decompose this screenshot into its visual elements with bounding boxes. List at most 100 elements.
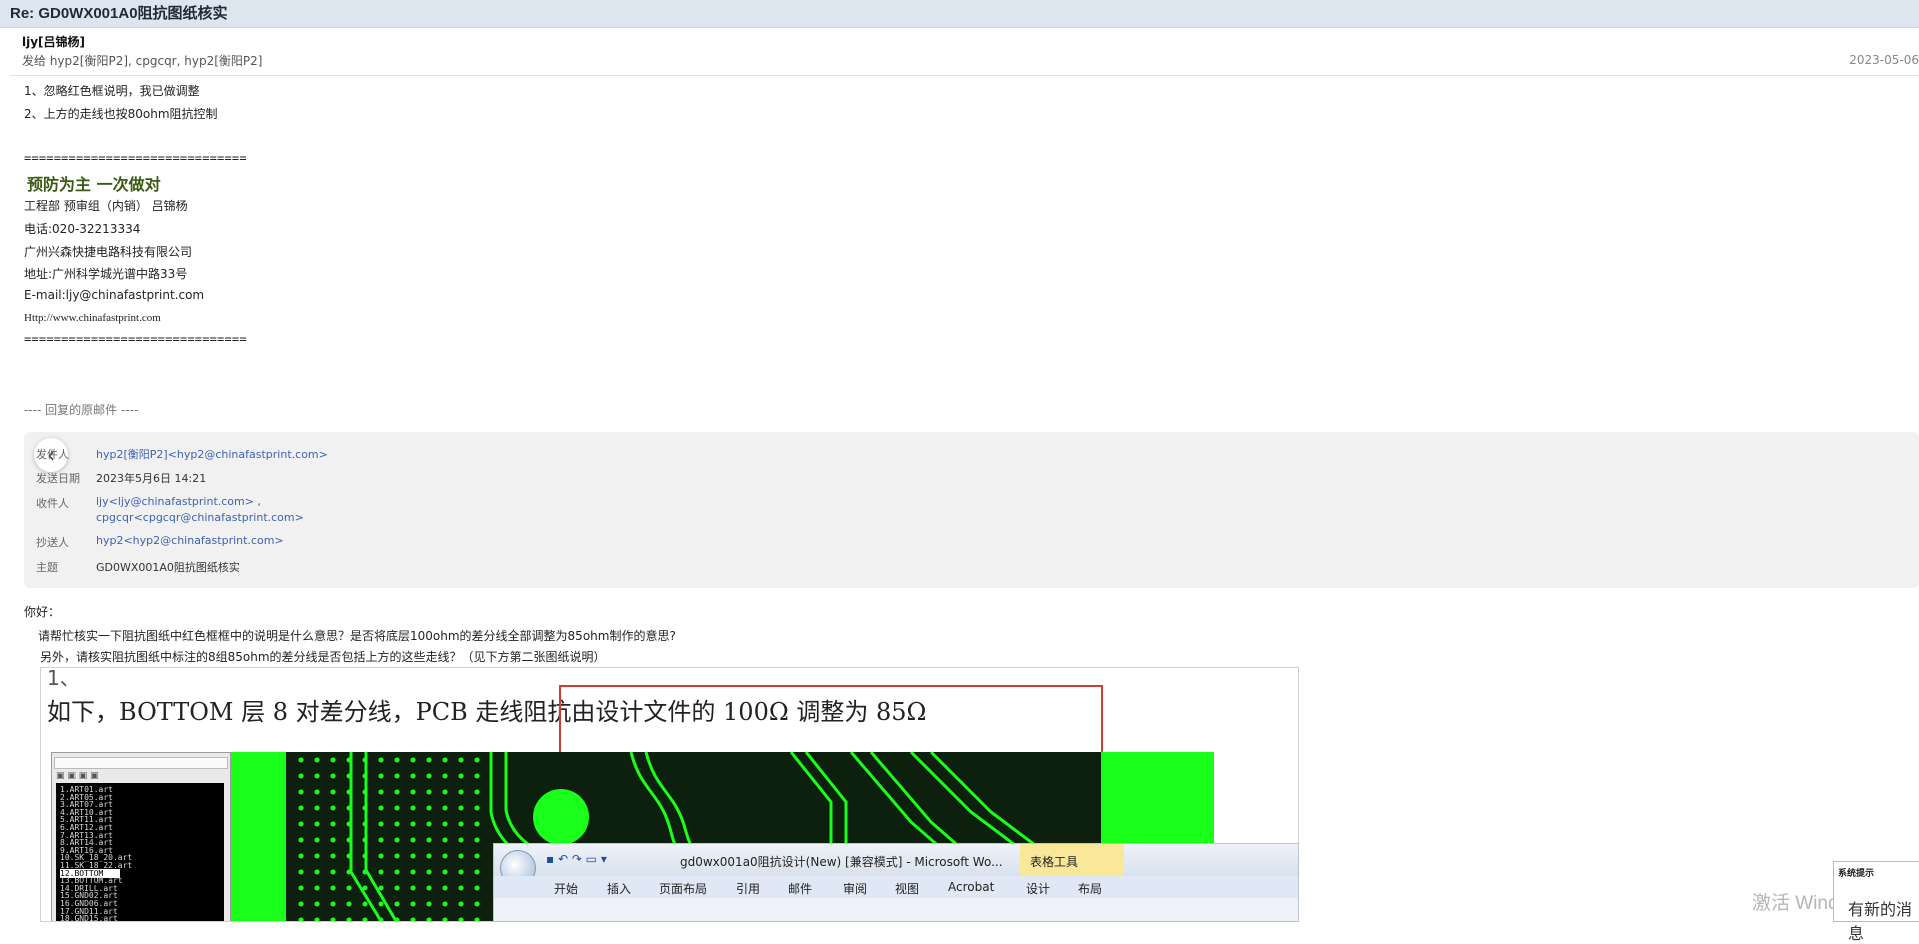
pcb-via <box>330 853 336 859</box>
table-tools-tab[interactable]: 表格工具 <box>1020 844 1124 876</box>
pcb-via <box>330 805 336 811</box>
pcb-via <box>442 821 448 827</box>
pcb-via <box>394 789 400 795</box>
original-para-2: 另外，请核实阻抗图纸中标注的8组85ohm的差分线是否包括上方的这些走线？（见下… <box>40 650 606 664</box>
pcb-via <box>314 917 320 921</box>
pcb-via <box>426 901 432 907</box>
pcb-via <box>458 821 464 827</box>
pcb-via <box>458 885 464 891</box>
pcb-via <box>458 805 464 811</box>
layer-toolbar-icons[interactable]: ▣ ▣ ▣ ▣ <box>56 771 99 781</box>
to-label: 收件人 <box>36 497 69 510</box>
from-value[interactable]: hyp2[衡阳P2]<hyp2@chinafastprint.com> <box>96 446 328 462</box>
pcb-via <box>410 805 416 811</box>
cc-label: 抄送人 <box>36 536 69 549</box>
layer-row[interactable]: 18.GND15.art <box>60 914 118 921</box>
pcb-via <box>378 901 384 907</box>
pcb-via <box>314 773 320 779</box>
tab-layout[interactable]: 页面布局 <box>659 880 707 897</box>
pcb-via <box>298 885 304 891</box>
signature-dept: 工程部 预审组（内销） 吕锦杨 <box>24 199 188 213</box>
subject-bar: Re: GD0WX001A0阻抗图纸核实 <box>0 0 1919 28</box>
pcb-via <box>394 837 400 843</box>
pcb-via <box>410 853 416 859</box>
pcb-via <box>298 901 304 907</box>
system-notice-popup[interactable]: 系统提示 有新的消息 <box>1833 861 1919 943</box>
pcb-via <box>426 805 432 811</box>
pcb-via <box>474 885 480 891</box>
pcb-via <box>314 821 320 827</box>
pcb-via <box>298 805 304 811</box>
pcb-via <box>474 869 480 875</box>
pcb-via <box>346 821 352 827</box>
body-line-1: 1、忽略红色框说明，我已做调整 <box>24 84 200 98</box>
to-value-1[interactable]: ljy<ljy@chinafastprint.com> , <box>96 495 261 508</box>
pcb-via <box>442 885 448 891</box>
pcb-via <box>362 901 368 907</box>
body-line-2: 2、上方的走线也按80ohm阻抗控制 <box>24 107 218 121</box>
pcb-via <box>426 773 432 779</box>
pcb-via <box>314 805 320 811</box>
pcb-via <box>378 853 384 859</box>
email-subject: Re: GD0WX001A0阻抗图纸核实 <box>10 5 228 22</box>
pcb-via <box>474 917 480 921</box>
signature-email[interactable]: E-mail:ljy@chinafastprint.com <box>24 288 204 302</box>
pcb-via <box>298 869 304 875</box>
layer-panel-title <box>54 757 228 769</box>
pcb-via <box>394 773 400 779</box>
pcb-via <box>346 837 352 843</box>
tab-home[interactable]: 开始 <box>554 880 578 897</box>
pcb-via <box>362 805 368 811</box>
cc-value[interactable]: hyp2<hyp2@chinafastprint.com> <box>96 534 284 547</box>
quick-access-icons[interactable]: ▪ ↶ ↷ ▭ ▾ <box>546 852 607 866</box>
pcb-via <box>314 901 320 907</box>
pcb-via <box>314 885 320 891</box>
pcb-via <box>378 869 384 875</box>
doc-item-number: 1、 <box>47 667 80 690</box>
pcb-via <box>410 901 416 907</box>
pcb-via <box>362 917 368 921</box>
pcb-via <box>410 757 416 763</box>
tab-references[interactable]: 引用 <box>736 880 760 897</box>
pcb-via <box>426 853 432 859</box>
pcb-via <box>362 837 368 843</box>
date-label: 发送日期 <box>36 472 80 485</box>
ribbon-toolbar[interactable] <box>494 898 1298 921</box>
pcb-via <box>458 773 464 779</box>
pcb-via <box>394 901 400 907</box>
pcb-via <box>346 917 352 921</box>
pcb-via <box>298 821 304 827</box>
tab-design[interactable]: 设计 <box>1026 880 1050 897</box>
pcb-via <box>458 869 464 875</box>
sender-name[interactable]: ljy[吕锦杨] <box>22 33 85 50</box>
pcb-via <box>474 805 480 811</box>
pcb-via <box>474 773 480 779</box>
pcb-via <box>314 789 320 795</box>
tab-view[interactable]: 视图 <box>895 880 919 897</box>
pcb-via <box>330 885 336 891</box>
pcb-via <box>298 853 304 859</box>
pcb-via <box>426 917 432 921</box>
tab-review[interactable]: 审阅 <box>843 880 867 897</box>
pcb-via <box>442 757 448 763</box>
signature-website[interactable]: Http://www.chinafastprint.com <box>24 312 161 324</box>
signature-separator: ============================== <box>24 151 247 165</box>
pcb-via <box>314 837 320 843</box>
original-para-1: 请帮忙核实一下阻抗图纸中红色框框中的说明是什么意思？是否将底层100ohm的差分… <box>38 629 676 643</box>
tab-table-layout[interactable]: 布局 <box>1078 880 1102 897</box>
pcb-via <box>458 757 464 763</box>
layer-list[interactable]: 1.ART01.art 2.ART05.art 3.ART07.art 4.ART10… <box>56 783 224 921</box>
pcb-via <box>474 901 480 907</box>
tab-insert[interactable]: 插入 <box>607 880 631 897</box>
pcb-via <box>298 837 304 843</box>
pcb-via <box>346 805 352 811</box>
highlight-box <box>559 685 1103 755</box>
tab-acrobat[interactable]: Acrobat <box>948 880 994 894</box>
tab-mailings[interactable]: 邮件 <box>788 880 812 897</box>
greeting: 你好： <box>24 605 61 619</box>
to-value-2[interactable]: cpgcqr<cpgcqr@chinafastprint.com> <box>96 511 304 524</box>
pcb-via <box>298 917 304 921</box>
word-window[interactable]: ▪ ↶ ↷ ▭ ▾ gd0wx001a0阻抗设计(New) [兼容模式] - M… <box>493 843 1299 922</box>
pcb-via <box>362 773 368 779</box>
pcb-via <box>346 869 352 875</box>
